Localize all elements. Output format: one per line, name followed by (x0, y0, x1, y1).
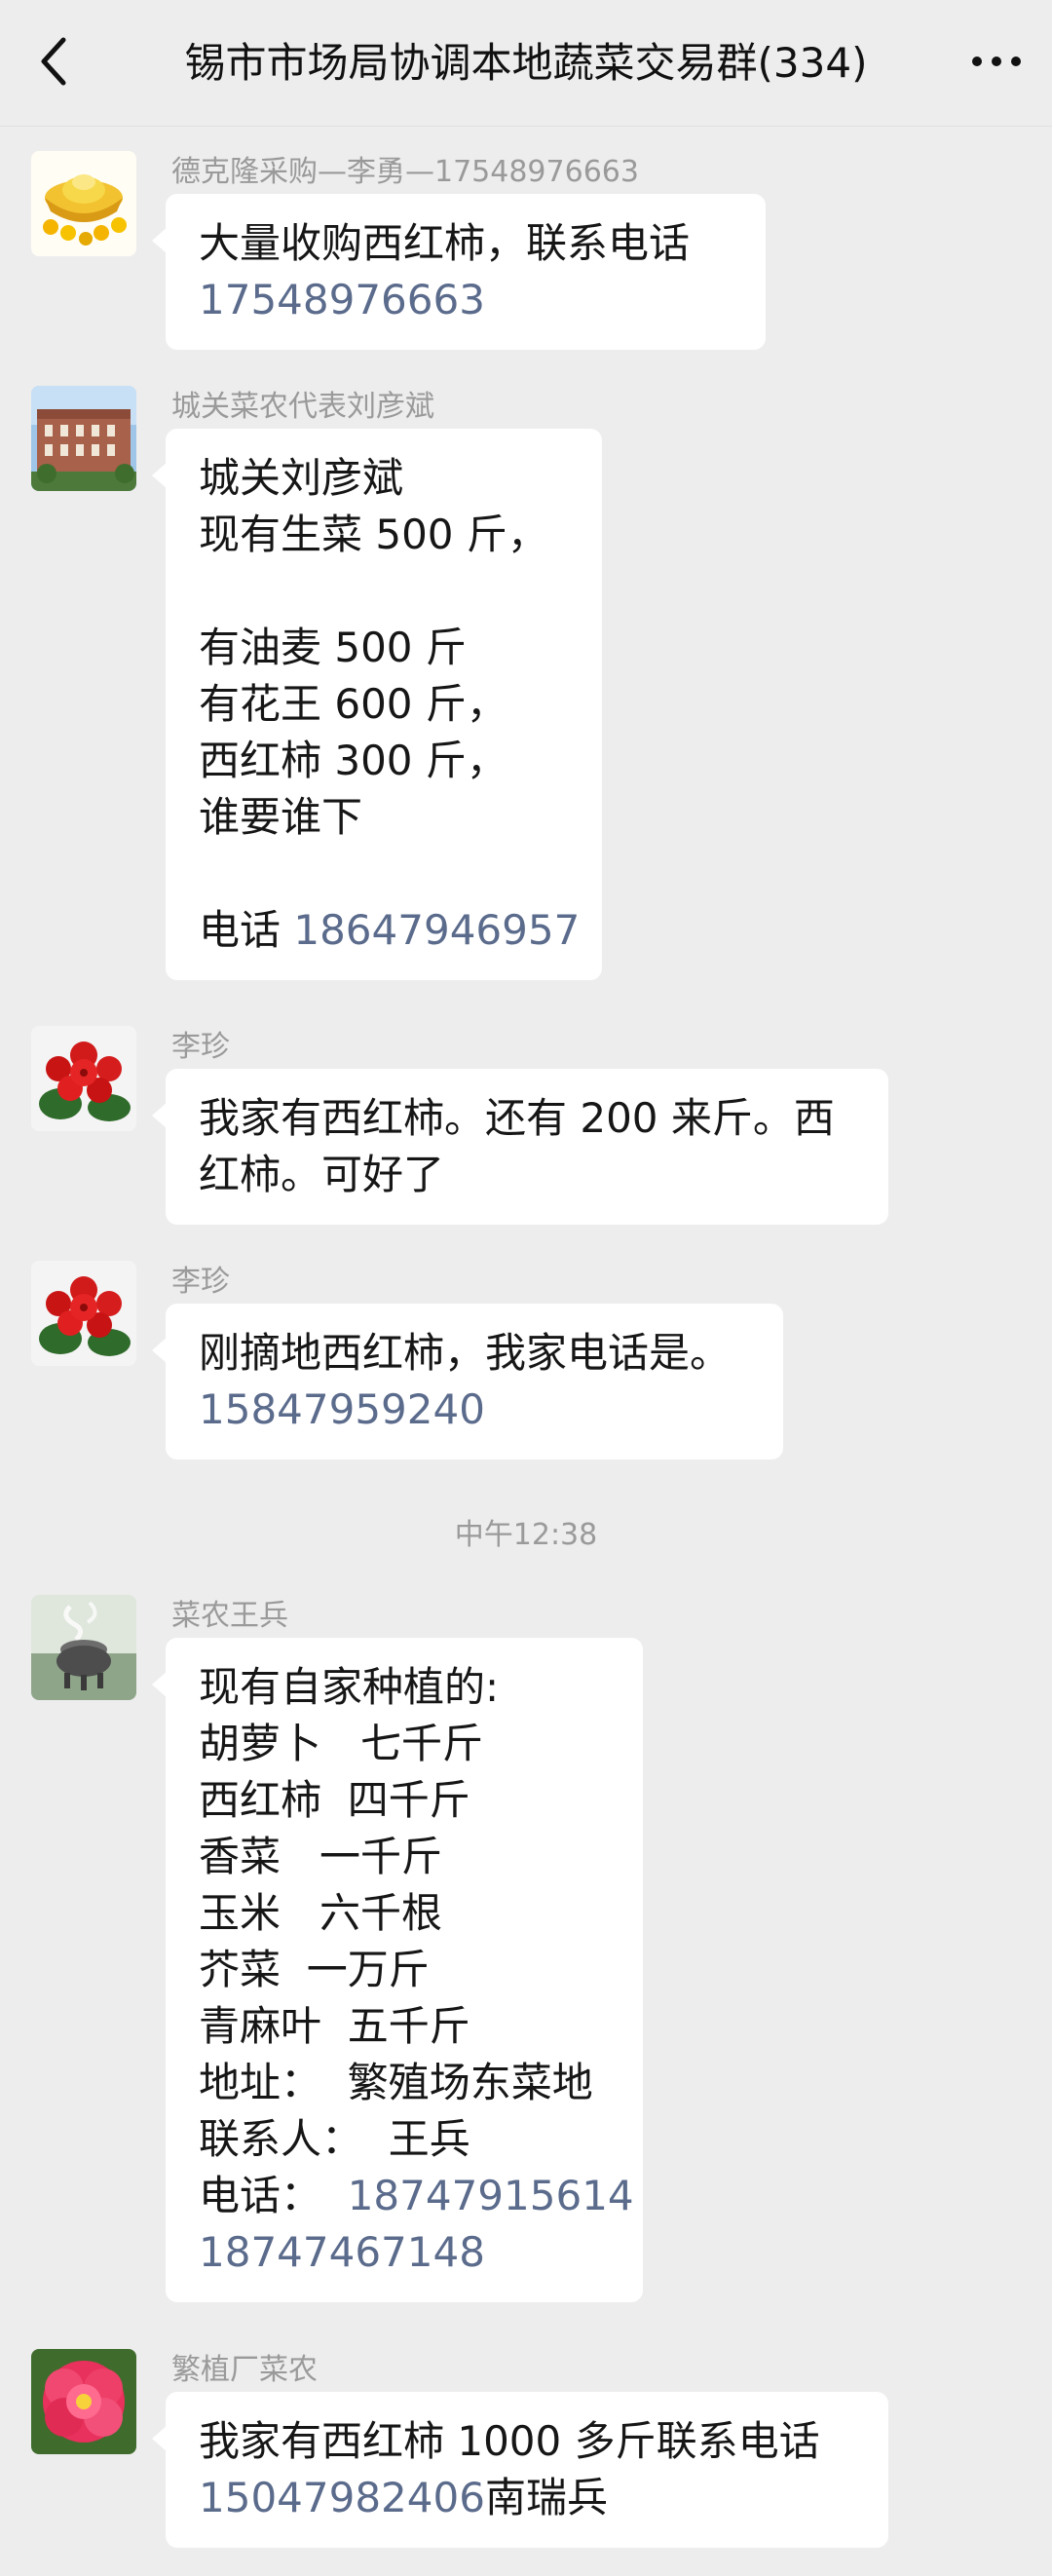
message-line: 电话 18647946957 (199, 906, 581, 954)
message-line: 红柿。可好了 (199, 1151, 445, 1198)
message-line: 17548976663 (199, 272, 733, 328)
chat-title: 锡市市场局协调本地蔬菜交易群(334) (184, 39, 868, 87)
message-line: 芥菜 一万斤 (199, 1946, 430, 1993)
message-line: 香菜 一千斤 (199, 1833, 443, 1880)
sender-name: 德克隆采购—李勇—17548976663 (171, 155, 639, 189)
message-line: 电话： 18747915614 (199, 2172, 634, 2219)
more-dots-icon (972, 57, 1021, 66)
sender-name: 李珍 (171, 1265, 230, 1299)
message-line: 我家有西红柿。还有 200 来斤。西 (199, 1094, 835, 1142)
sender-name: 城关菜农代表刘彦斌 (171, 390, 434, 424)
message-line: 胡萝卜 七千斤 (199, 1720, 484, 1767)
message-bubble[interactable]: 城关刘彦斌 现有生菜 500 斤， 有油麦 500 斤 有花王 600 斤， 西… (152, 429, 602, 980)
back-button[interactable] (19, 27, 88, 95)
chevron-left-icon (41, 37, 66, 86)
message-line: 联系人： 王兵 (199, 2115, 470, 2163)
phone-link[interactable]: 18747915614 (348, 2172, 634, 2219)
message-line: 大量收购西红柿，联系电话 (199, 219, 691, 267)
message-bubble[interactable]: 我家有西红柿。还有 200 来斤。西 红柿。可好了 (152, 1069, 888, 1225)
top-bar: 锡市市场局协调本地蔬菜交易群(334) (0, 0, 1052, 127)
message-bubble[interactable]: 大量收购西红柿，联系电话 17548976663 (152, 194, 766, 350)
message-line: 地址： 繁殖场东菜地 (199, 2059, 593, 2106)
message-line: 现有自家种植的: (199, 1663, 500, 1711)
incense-burner-avatar[interactable] (31, 1595, 136, 1700)
message-line: 玉米 六千根 (199, 1889, 443, 1937)
message-line: 现有生菜 500 斤， (199, 511, 548, 558)
message-line: 西红柿 四千斤 (199, 1776, 470, 1824)
pink-flower-avatar[interactable] (31, 2349, 136, 2454)
message-line: 有花王 600 斤， (199, 680, 507, 728)
message-bubble[interactable]: 我家有西红柿 1000 多斤联系电话 15047982406南瑞兵 (152, 2392, 888, 2548)
message-bubble[interactable]: 现有自家种植的: 胡萝卜 七千斤 西红柿 四千斤 香菜 一千斤 玉米 六千根 芥… (152, 1638, 643, 2302)
message-line: 城关刘彦斌 (199, 454, 404, 502)
phone-link[interactable]: 15047982406 (199, 2474, 485, 2521)
message-line: 西红柿 300 斤， (199, 737, 507, 784)
message-line (199, 563, 569, 620)
time-separator: 中午12:38 (454, 1518, 598, 1552)
message-line: 青麻叶 五千斤 (199, 2002, 470, 2050)
message-line: 我家有西红柿 1000 多斤联系电话 (199, 2417, 820, 2465)
chat-screen: 锡市市场局协调本地蔬菜交易群(334) 德克隆采购—李勇—17548976663… (0, 0, 1052, 2576)
gold-ingot-avatar[interactable] (31, 151, 136, 256)
message-line: 谁要谁下 (199, 793, 363, 841)
message-line: 有油麦 500 斤 (199, 624, 467, 671)
red-flower-avatar[interactable] (31, 1261, 136, 1366)
message-line: 刚摘地西红柿，我家电话是。 (199, 1329, 732, 1377)
building-avatar[interactable] (31, 386, 136, 491)
message-line: 18747467148 (199, 2224, 610, 2281)
message-bubble[interactable]: 刚摘地西红柿，我家电话是。 15847959240 (152, 1304, 783, 1459)
more-options-button[interactable] (962, 27, 1031, 95)
message-line (199, 846, 569, 902)
red-flower-avatar[interactable] (31, 1026, 136, 1131)
sender-name: 繁植厂菜农 (171, 2353, 318, 2387)
phone-link[interactable]: 18647946957 (293, 906, 580, 954)
message-line: 15047982406南瑞兵 (199, 2474, 608, 2521)
phone-link[interactable]: 15847959240 (199, 1385, 485, 1433)
sender-name: 菜农王兵 (171, 1599, 288, 1633)
phone-link[interactable]: 17548976663 (199, 276, 485, 323)
phone-link[interactable]: 18747467148 (199, 2228, 485, 2276)
sender-name: 李珍 (171, 1030, 230, 1064)
message-line: 15847959240 (199, 1382, 750, 1438)
